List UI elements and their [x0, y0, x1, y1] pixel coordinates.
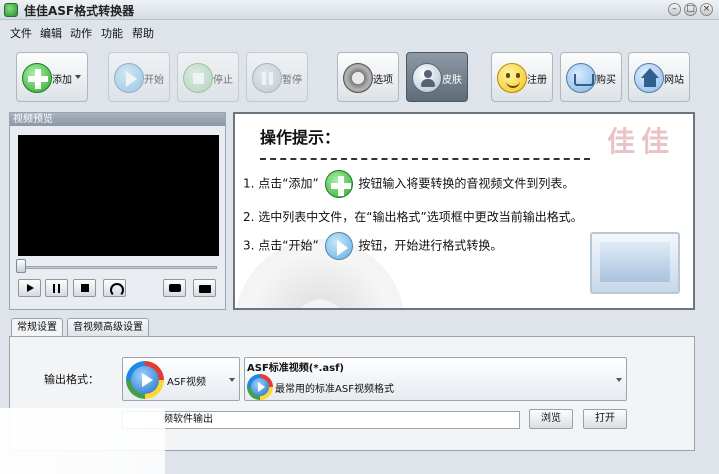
- gear-icon: [343, 63, 373, 93]
- stop-playback-button[interactable]: [73, 279, 96, 297]
- maximize-button[interactable]: □: [684, 3, 697, 16]
- options-button[interactable]: 选项: [337, 52, 399, 102]
- format-category-value: ASF视频: [167, 377, 206, 388]
- window-title: 佳佳ASF格式转换器: [24, 4, 135, 18]
- menu-help[interactable]: 帮助: [132, 25, 154, 41]
- skin-button[interactable]: 皮肤: [406, 52, 468, 102]
- video-screen: [18, 135, 219, 256]
- title-bar: 佳佳ASF格式转换器 – □ ×: [0, 0, 719, 20]
- tip-step-1-suffix: 按钮输入将要转换的音视频文件到列表。: [358, 176, 575, 191]
- redacted-overlay: [0, 408, 165, 474]
- register-label: 注册: [527, 75, 547, 86]
- options-label: 选项: [373, 75, 393, 86]
- close-button[interactable]: ×: [700, 3, 713, 16]
- monitor-decoration: [590, 232, 680, 294]
- tab-general-settings[interactable]: 常规设置: [11, 318, 63, 337]
- home-icon: [634, 63, 664, 93]
- brand-logo-text: 佳佳: [607, 125, 676, 158]
- register-button[interactable]: 注册: [491, 52, 553, 102]
- menu-function[interactable]: 功能: [101, 25, 123, 41]
- tip-step-3-prefix: 3. 点击“开始”: [243, 238, 319, 253]
- dropdown-caret-icon[interactable]: [75, 75, 81, 79]
- add-label: 添加: [52, 75, 72, 86]
- tip-step-3-suffix: 按钮，开始进行格式转换。: [358, 238, 503, 253]
- buy-button[interactable]: 购买: [560, 52, 622, 102]
- format-preset-title: ASF标准视频(*.asf): [247, 363, 344, 374]
- open-folder-button[interactable]: [193, 279, 216, 297]
- website-label: 网站: [664, 75, 684, 86]
- tip-step-2: 2. 选中列表中文件，在“输出格式”选项框中更改当前输出格式。: [243, 210, 583, 224]
- tips-panel: 操作提示： 佳佳 1. 点击“添加” 按钮输入将要转换的音视频文件到列表。 2.…: [233, 112, 695, 310]
- start-button[interactable]: 开始: [108, 52, 170, 102]
- preview-header: 视频预览: [10, 113, 225, 126]
- stop-button[interactable]: 停止: [177, 52, 239, 102]
- minimize-button[interactable]: –: [668, 3, 681, 16]
- start-label: 开始: [144, 75, 164, 86]
- tips-title: 操作提示：: [260, 128, 341, 147]
- pause-button[interactable]: 暂停: [246, 52, 308, 102]
- play-icon: [114, 63, 144, 93]
- stop-label: 停止: [213, 75, 233, 86]
- output-directory-field[interactable]: 频软件输出: [122, 411, 520, 429]
- skin-label: 皮肤: [442, 75, 462, 86]
- loop-button[interactable]: [103, 279, 126, 297]
- media-player-icon: [247, 374, 273, 400]
- add-button[interactable]: 添加: [16, 52, 88, 102]
- tip-step-3: 3. 点击“开始” 按钮，开始进行格式转换。: [243, 232, 502, 260]
- stop-icon: [183, 63, 213, 93]
- cart-icon: [566, 63, 596, 93]
- format-preset-select[interactable]: ASF标准视频(*.asf) 最常用的标准ASF视频格式: [244, 357, 627, 401]
- tip-step-1: 1. 点击“添加” 按钮输入将要转换的音视频文件到列表。: [243, 170, 574, 198]
- app-icon: [4, 3, 18, 17]
- open-button[interactable]: 打开: [583, 409, 627, 429]
- menu-action[interactable]: 动作: [70, 25, 92, 41]
- play-button[interactable]: [18, 279, 41, 297]
- pause-playback-button[interactable]: [45, 279, 68, 297]
- tip-step-1-prefix: 1. 点击“添加”: [243, 176, 319, 191]
- output-format-label: 输出格式：: [44, 373, 99, 386]
- add-icon: [324, 170, 353, 198]
- format-category-select[interactable]: ASF视频: [122, 357, 240, 401]
- seek-bar[interactable]: [18, 266, 217, 269]
- menu-file[interactable]: 文件: [10, 25, 32, 41]
- video-preview-panel: 视频预览: [9, 112, 226, 310]
- website-button[interactable]: 网站: [628, 52, 690, 102]
- user-icon: [412, 63, 442, 93]
- toolbar: 添加 开始 停止 暂停 选项 皮肤 注册 购买 网站: [0, 42, 719, 112]
- buy-label: 购买: [596, 75, 616, 86]
- chevron-down-icon: [229, 378, 235, 382]
- snapshot-camera-button[interactable]: [163, 279, 186, 297]
- seek-thumb[interactable]: [16, 259, 26, 273]
- tab-av-advanced-settings[interactable]: 音视频高级设置: [67, 318, 149, 337]
- media-player-icon: [126, 361, 164, 399]
- chevron-down-icon: [616, 378, 622, 382]
- add-icon: [22, 63, 52, 93]
- menu-edit[interactable]: 编辑: [40, 25, 62, 41]
- tips-divider: [260, 158, 590, 160]
- browse-button[interactable]: 浏览: [529, 409, 573, 429]
- play-icon: [324, 232, 353, 260]
- pause-label: 暂停: [282, 75, 302, 86]
- pause-icon: [252, 63, 282, 93]
- menu-bar: 文件 编辑 动作 功能 帮助: [0, 21, 719, 41]
- format-preset-description: 最常用的标准ASF视频格式: [275, 384, 394, 395]
- smiley-icon: [497, 63, 527, 93]
